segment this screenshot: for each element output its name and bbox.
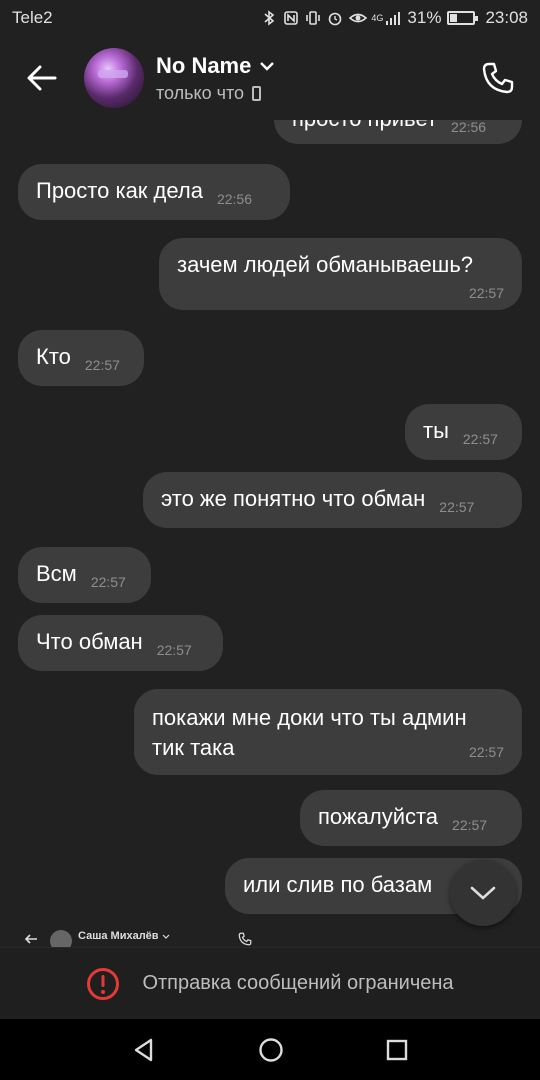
message-text: Что обман	[36, 629, 143, 654]
chevron-down-icon	[260, 61, 275, 71]
message-time: 22:57	[84, 357, 120, 373]
message-bubble-outgoing[interactable]: пожалуйста 22:57	[300, 790, 522, 846]
message-time: 22:57	[439, 499, 475, 515]
nav-home-icon[interactable]	[258, 1037, 284, 1063]
message-time: 22:57	[468, 285, 504, 301]
message-bubble-incoming[interactable]: Просто как дела 22:56	[18, 164, 290, 220]
contact-status: только что	[156, 82, 245, 103]
message-text: это же понятно что обман	[161, 486, 426, 511]
avatar	[50, 930, 72, 947]
battery-percent: 31%	[407, 8, 442, 27]
message-time: 22:57	[462, 431, 498, 447]
arrow-left-icon	[27, 65, 57, 91]
message-bubble-outgoing[interactable]: это же понятно что обман 22:57	[143, 472, 522, 528]
alarm-icon	[327, 10, 343, 26]
restricted-message: Отправка сообщений ограничена	[142, 972, 454, 994]
call-button[interactable]	[456, 36, 540, 120]
nav-recents-icon[interactable]	[385, 1038, 409, 1062]
signal-icon	[385, 10, 401, 26]
contact-info[interactable]: No Name только что	[156, 53, 456, 104]
message-bubble-incoming[interactable]: Что обман 22:57	[18, 615, 223, 671]
messaging-restricted-bar: Отправка сообщений ограничена	[0, 947, 540, 1019]
scroll-down-button[interactable]	[450, 860, 516, 926]
eye-icon	[349, 10, 368, 26]
message-time: 22:57	[452, 817, 488, 833]
message-time: 22:57	[468, 744, 504, 760]
message-time: 22:56	[451, 120, 487, 135]
phone-icon	[238, 932, 252, 946]
message-bubble-outgoing[interactable]: зачем людей обманываешь? 22:57	[159, 238, 522, 310]
arrow-left-icon	[24, 934, 37, 944]
carrier-label: Tele2	[12, 8, 53, 27]
message-text: Просто как дела	[36, 178, 203, 203]
nav-back-icon[interactable]	[131, 1037, 157, 1063]
message-bubble-incoming[interactable]: Кто 22:57	[18, 330, 144, 386]
message-bubble-outgoing[interactable]: покажи мне доки что ты админ тик така 22…	[134, 689, 522, 775]
vibrate-icon	[305, 10, 321, 26]
message-time: 22:57	[156, 642, 192, 658]
phone-icon	[482, 62, 514, 94]
alert-icon	[87, 967, 120, 1000]
embedded-screenshot-strip: Саша Михалёв	[0, 925, 540, 947]
message-time: 22:56	[216, 191, 253, 207]
message-text: зачем людей обманываешь?	[177, 252, 474, 277]
contact-name: No Name	[156, 52, 252, 78]
message-bubble-outgoing[interactable]: просто привет 22:56	[274, 120, 522, 144]
status-bar: Tele2 4G 31% 23:08	[0, 0, 540, 36]
bluetooth-icon	[261, 10, 277, 26]
chevron-down-icon	[470, 886, 496, 900]
avatar[interactable]	[84, 48, 144, 108]
message-text: просто привет	[292, 120, 437, 131]
battery-icon	[447, 11, 479, 25]
message-time: 22:57	[90, 574, 126, 590]
message-text: ты	[423, 418, 449, 443]
message-bubble-incoming[interactable]: Всм 22:57	[18, 547, 151, 603]
back-button[interactable]	[0, 36, 84, 120]
message-text: Кто	[36, 344, 71, 369]
system-navigation-bar	[0, 1019, 540, 1080]
message-text: Всм	[36, 561, 77, 586]
chevron-down-icon	[162, 934, 170, 939]
message-text: или слив по базам	[243, 872, 433, 897]
message-bubble-outgoing[interactable]: ты 22:57	[405, 404, 522, 460]
mobile-device-icon	[252, 85, 262, 101]
chat-header: No Name только что	[0, 36, 540, 120]
message-text-line: тик така	[152, 735, 235, 760]
clock: 23:08	[485, 8, 528, 27]
message-text-line: покажи мне доки что ты админ	[152, 705, 467, 730]
network-type-label: 4G	[371, 12, 384, 23]
message-text: пожалуйста	[318, 804, 439, 829]
nfc-icon	[283, 10, 299, 26]
message-list[interactable]: просто привет22:56 Просто как дела22:56 …	[0, 120, 540, 930]
contact-name: Саша Михалёв	[78, 930, 159, 942]
